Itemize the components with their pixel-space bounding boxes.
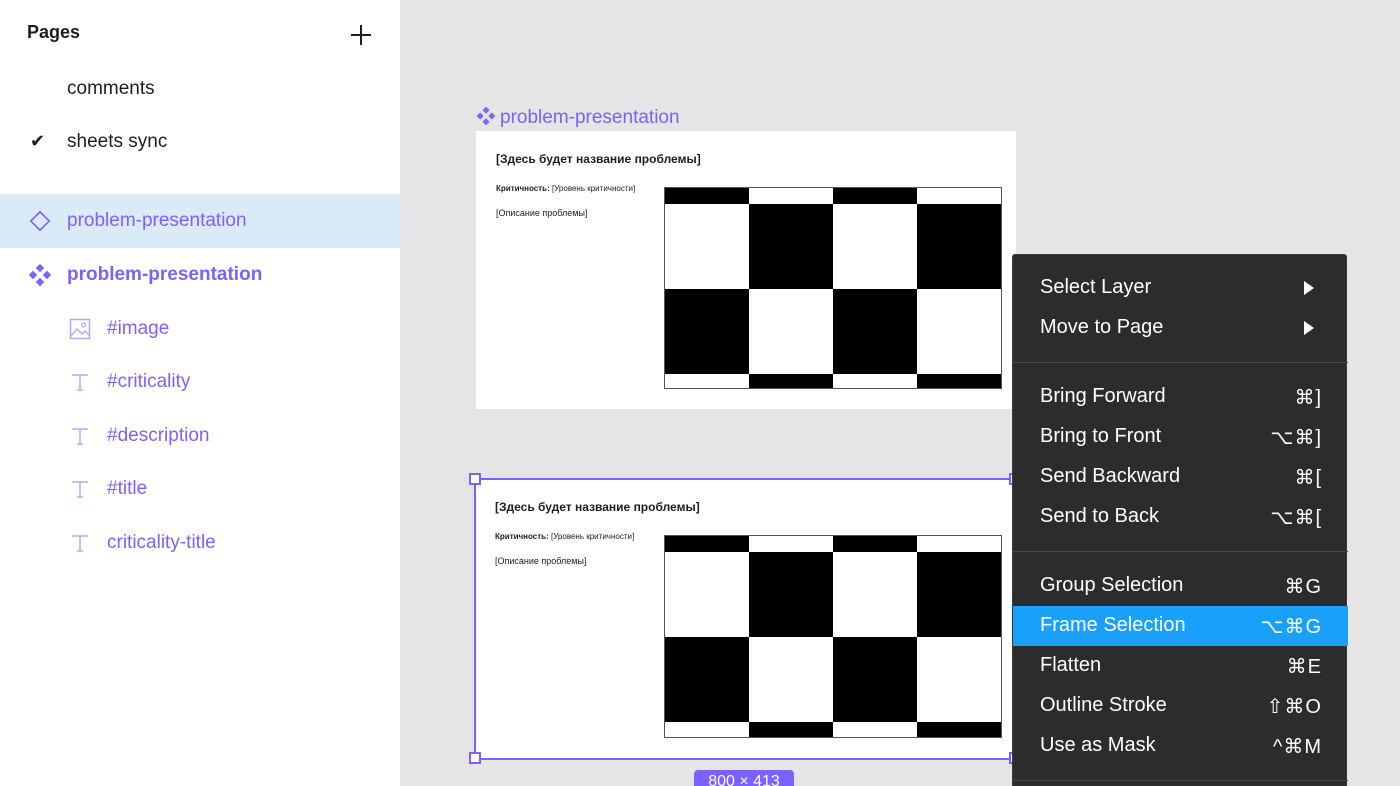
page-item-comments[interactable]: comments [0, 70, 401, 110]
menu-item-shortcut: ⌥⌘[ [1270, 507, 1322, 529]
checker-cell [665, 289, 749, 374]
layer-item-title[interactable]: #title [0, 463, 401, 516]
menu-item-bring-to-front[interactable]: Bring to Front ⌥⌘] [1013, 417, 1348, 457]
frame-label[interactable]: problem-presentation [476, 106, 680, 129]
layer-label: criticality-title [107, 532, 216, 553]
layer-item-criticality-title[interactable]: criticality-title [0, 517, 401, 570]
checker-cell [665, 188, 749, 204]
checker-cell [917, 204, 1001, 289]
menu-separator [1013, 362, 1348, 363]
context-menu: Select Layer Move to Page Bring Forward … [1012, 254, 1348, 786]
text-icon [72, 535, 88, 552]
menu-item-label: Send Backward [1040, 465, 1181, 487]
description-text: [Описание проблемы] [496, 208, 588, 218]
menu-item-label: Select Layer [1040, 276, 1152, 298]
component-frame[interactable]: [Здесь будет название проблемы] Критично… [476, 131, 1016, 409]
layer-label: problem-presentation [67, 210, 247, 231]
checker-cell [833, 289, 917, 374]
checker-cell [749, 374, 833, 388]
layer-label: problem-presentation [67, 264, 263, 285]
size-badge: 800 × 413 [694, 770, 794, 786]
resize-handle-bottom-left[interactable] [469, 752, 481, 764]
menu-item-shortcut: ⌘E [1286, 656, 1322, 678]
menu-item-label: Flatten [1040, 654, 1102, 676]
criticality-label: Критичность: [496, 184, 550, 193]
frame-title: [Здесь будет название проблемы] [496, 152, 701, 166]
layer-item-criticality[interactable]: #criticality [0, 356, 401, 409]
text-icon [72, 428, 88, 445]
layer-item-instance[interactable]: problem-presentation [0, 195, 401, 248]
layer-item-description[interactable]: #description [0, 410, 401, 463]
component-instance-icon [29, 210, 51, 232]
menu-item-frame-selection[interactable]: Frame Selection ⌥⌘G [1013, 606, 1348, 646]
menu-item-shortcut: ⌥⌘] [1270, 427, 1322, 449]
criticality-text: Критичность: [Уровень критичности] [496, 184, 635, 193]
pages-header: Pages [27, 22, 81, 42]
checkmark-icon: ✔ [30, 131, 46, 151]
menu-item-select-layer[interactable]: Select Layer [1013, 268, 1348, 308]
menu-item-send-to-back[interactable]: Send to Back ⌥⌘[ [1013, 497, 1348, 537]
layers-sidebar: Pages comments ✔ sheets sync problem-pre… [0, 0, 401, 786]
menu-item-label: Outline Stroke [1040, 694, 1167, 716]
menu-item-shortcut: ⌘G [1284, 576, 1322, 598]
menu-separator [1013, 780, 1348, 781]
text-icon [72, 374, 88, 391]
menu-item-use-as-mask[interactable]: Use as Mask ^⌘M [1013, 726, 1348, 766]
layer-label: #criticality [107, 371, 191, 392]
menu-item-move-to-page[interactable]: Move to Page [1013, 308, 1348, 348]
checker-cell [749, 204, 833, 289]
checker-cell [917, 374, 1001, 388]
layer-label: #title [107, 478, 148, 499]
selection-outline [474, 478, 1015, 760]
image-placeholder [664, 187, 1002, 389]
resize-handle-top-left[interactable] [469, 473, 481, 485]
submenu-arrow-icon [1304, 281, 1314, 295]
menu-item-group-selection[interactable]: Group Selection ⌘G [1013, 566, 1348, 606]
menu-item-shortcut: ⇧⌘O [1266, 696, 1322, 718]
layer-label: #image [107, 318, 170, 339]
menu-item-send-backward[interactable]: Send Backward ⌘[ [1013, 457, 1348, 497]
component-icon [476, 106, 496, 126]
frame-label-text: problem-presentation [500, 107, 680, 128]
menu-item-label: Move to Page [1040, 316, 1164, 338]
menu-item-label: Group Selection [1040, 574, 1184, 596]
menu-item-flatten[interactable]: Flatten ⌘E [1013, 646, 1348, 686]
menu-item-label: Bring Forward [1040, 385, 1166, 407]
menu-separator [1013, 551, 1348, 552]
page-item-sheets-sync[interactable]: ✔ sheets sync [0, 123, 401, 163]
submenu-arrow-icon [1304, 321, 1314, 335]
menu-item-label: Bring to Front [1040, 425, 1162, 447]
component-icon [28, 263, 52, 287]
text-icon [72, 481, 88, 498]
menu-item-label: Send to Back [1040, 505, 1159, 527]
menu-item-bring-forward[interactable]: Bring Forward ⌘] [1013, 377, 1348, 417]
layer-item-image[interactable]: #image [0, 303, 401, 356]
menu-item-label: Use as Mask [1040, 734, 1156, 756]
menu-item-outline-stroke[interactable]: Outline Stroke ⇧⌘O [1013, 686, 1348, 726]
image-icon [69, 318, 91, 340]
layer-item-component[interactable]: problem-presentation [0, 249, 401, 302]
menu-item-shortcut: ⌘[ [1294, 467, 1322, 489]
menu-item-shortcut: ⌥⌘G [1260, 616, 1322, 638]
add-page-icon[interactable] [348, 22, 374, 48]
checker-cell [833, 188, 917, 204]
layer-label: #description [107, 425, 210, 446]
page-item-label: sheets sync [67, 131, 168, 152]
page-item-label: comments [67, 78, 155, 99]
menu-item-shortcut: ^⌘M [1272, 736, 1322, 758]
menu-item-shortcut: ⌘] [1294, 387, 1322, 409]
menu-item-label: Frame Selection [1040, 614, 1186, 636]
criticality-value: [Уровень критичности] [551, 184, 636, 193]
